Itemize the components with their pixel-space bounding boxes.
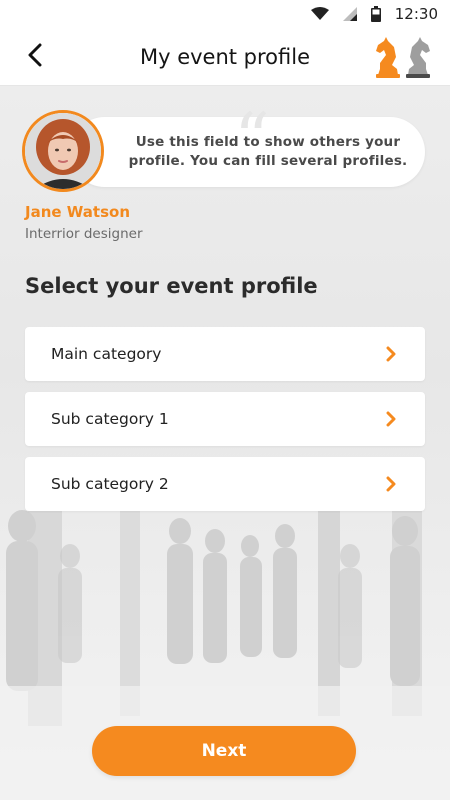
- category-row-sub-1[interactable]: Sub category 1: [25, 392, 425, 446]
- event-profile-screen: 12:30 My event profile “ Use this field …: [0, 0, 450, 800]
- chevron-right-icon: [381, 409, 401, 429]
- hint-text: Use this field to show others your profi…: [128, 134, 408, 169]
- user-role: Interrior designer: [25, 226, 143, 242]
- chevron-right-icon: [381, 344, 401, 364]
- section-title: Select your event profile: [25, 274, 318, 298]
- chevron-left-icon: [27, 43, 43, 72]
- next-button[interactable]: Next: [92, 726, 356, 776]
- category-row-sub-2[interactable]: Sub category 2: [25, 457, 425, 511]
- app-bar: My event profile: [0, 28, 450, 86]
- battery-icon: [370, 6, 381, 22]
- status-time: 12:30: [394, 5, 438, 23]
- wifi-icon: [310, 7, 329, 21]
- signal-icon: [342, 7, 357, 21]
- avatar-image: [25, 113, 101, 189]
- category-row-main[interactable]: Main category: [25, 327, 425, 381]
- category-label: Sub category 1: [51, 410, 169, 428]
- chevron-right-icon: [381, 474, 401, 494]
- avatar[interactable]: [22, 110, 104, 192]
- category-label: Sub category 2: [51, 475, 169, 493]
- user-name: Jane Watson: [25, 203, 130, 221]
- knight-logo: [372, 35, 434, 79]
- category-label: Main category: [51, 345, 162, 363]
- back-button[interactable]: [18, 40, 52, 74]
- status-bar: 12:30: [0, 0, 450, 28]
